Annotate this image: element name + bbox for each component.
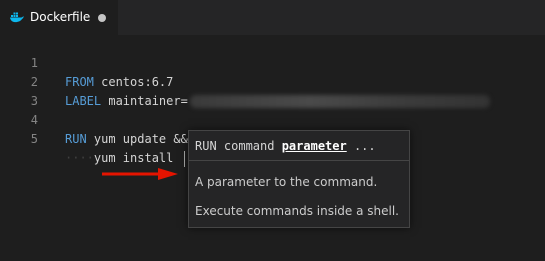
- code-line[interactable]: 4 RUN yum update &&\: [0, 92, 545, 146]
- code-text: yum update &&\: [86, 132, 196, 146]
- signature-help-popup[interactable]: RUN command parameter ... A parameter to…: [188, 130, 410, 228]
- popup-divider: [189, 160, 409, 161]
- red-arrow-annotation: [102, 168, 178, 180]
- tab-bar: Dockerfile: [0, 0, 545, 35]
- whitespace-indent: ····: [65, 151, 94, 165]
- code-line[interactable]: 2 LABEL maintainer=: [0, 54, 545, 108]
- tab-dockerfile[interactable]: Dockerfile: [0, 0, 119, 35]
- parameter-documentation: A parameter to the command.: [195, 175, 378, 189]
- line-number: 5: [30, 132, 38, 146]
- tab-label: Dockerfile: [30, 10, 91, 24]
- code-text: yum install: [93, 151, 181, 165]
- unsaved-dot-icon[interactable]: [98, 14, 106, 22]
- signature-prefix: RUN command: [195, 139, 282, 153]
- code-line[interactable]: 1 FROM centos:6.7: [0, 35, 545, 89]
- docker-whale-icon: [10, 12, 24, 23]
- code-line[interactable]: 5 ····yum install: [0, 111, 545, 167]
- text-cursor: [183, 150, 185, 167]
- signature-label: RUN command parameter ...: [195, 139, 376, 153]
- signature-suffix: ...: [346, 139, 376, 153]
- command-documentation: Execute commands inside a shell.: [195, 204, 399, 218]
- code-keyword: RUN: [65, 132, 87, 146]
- editor-window: Dockerfile 1 FROM centos:6.7 2 LABEL mai…: [0, 0, 545, 261]
- code-line[interactable]: 3: [0, 73, 545, 108]
- active-parameter: parameter: [281, 139, 347, 153]
